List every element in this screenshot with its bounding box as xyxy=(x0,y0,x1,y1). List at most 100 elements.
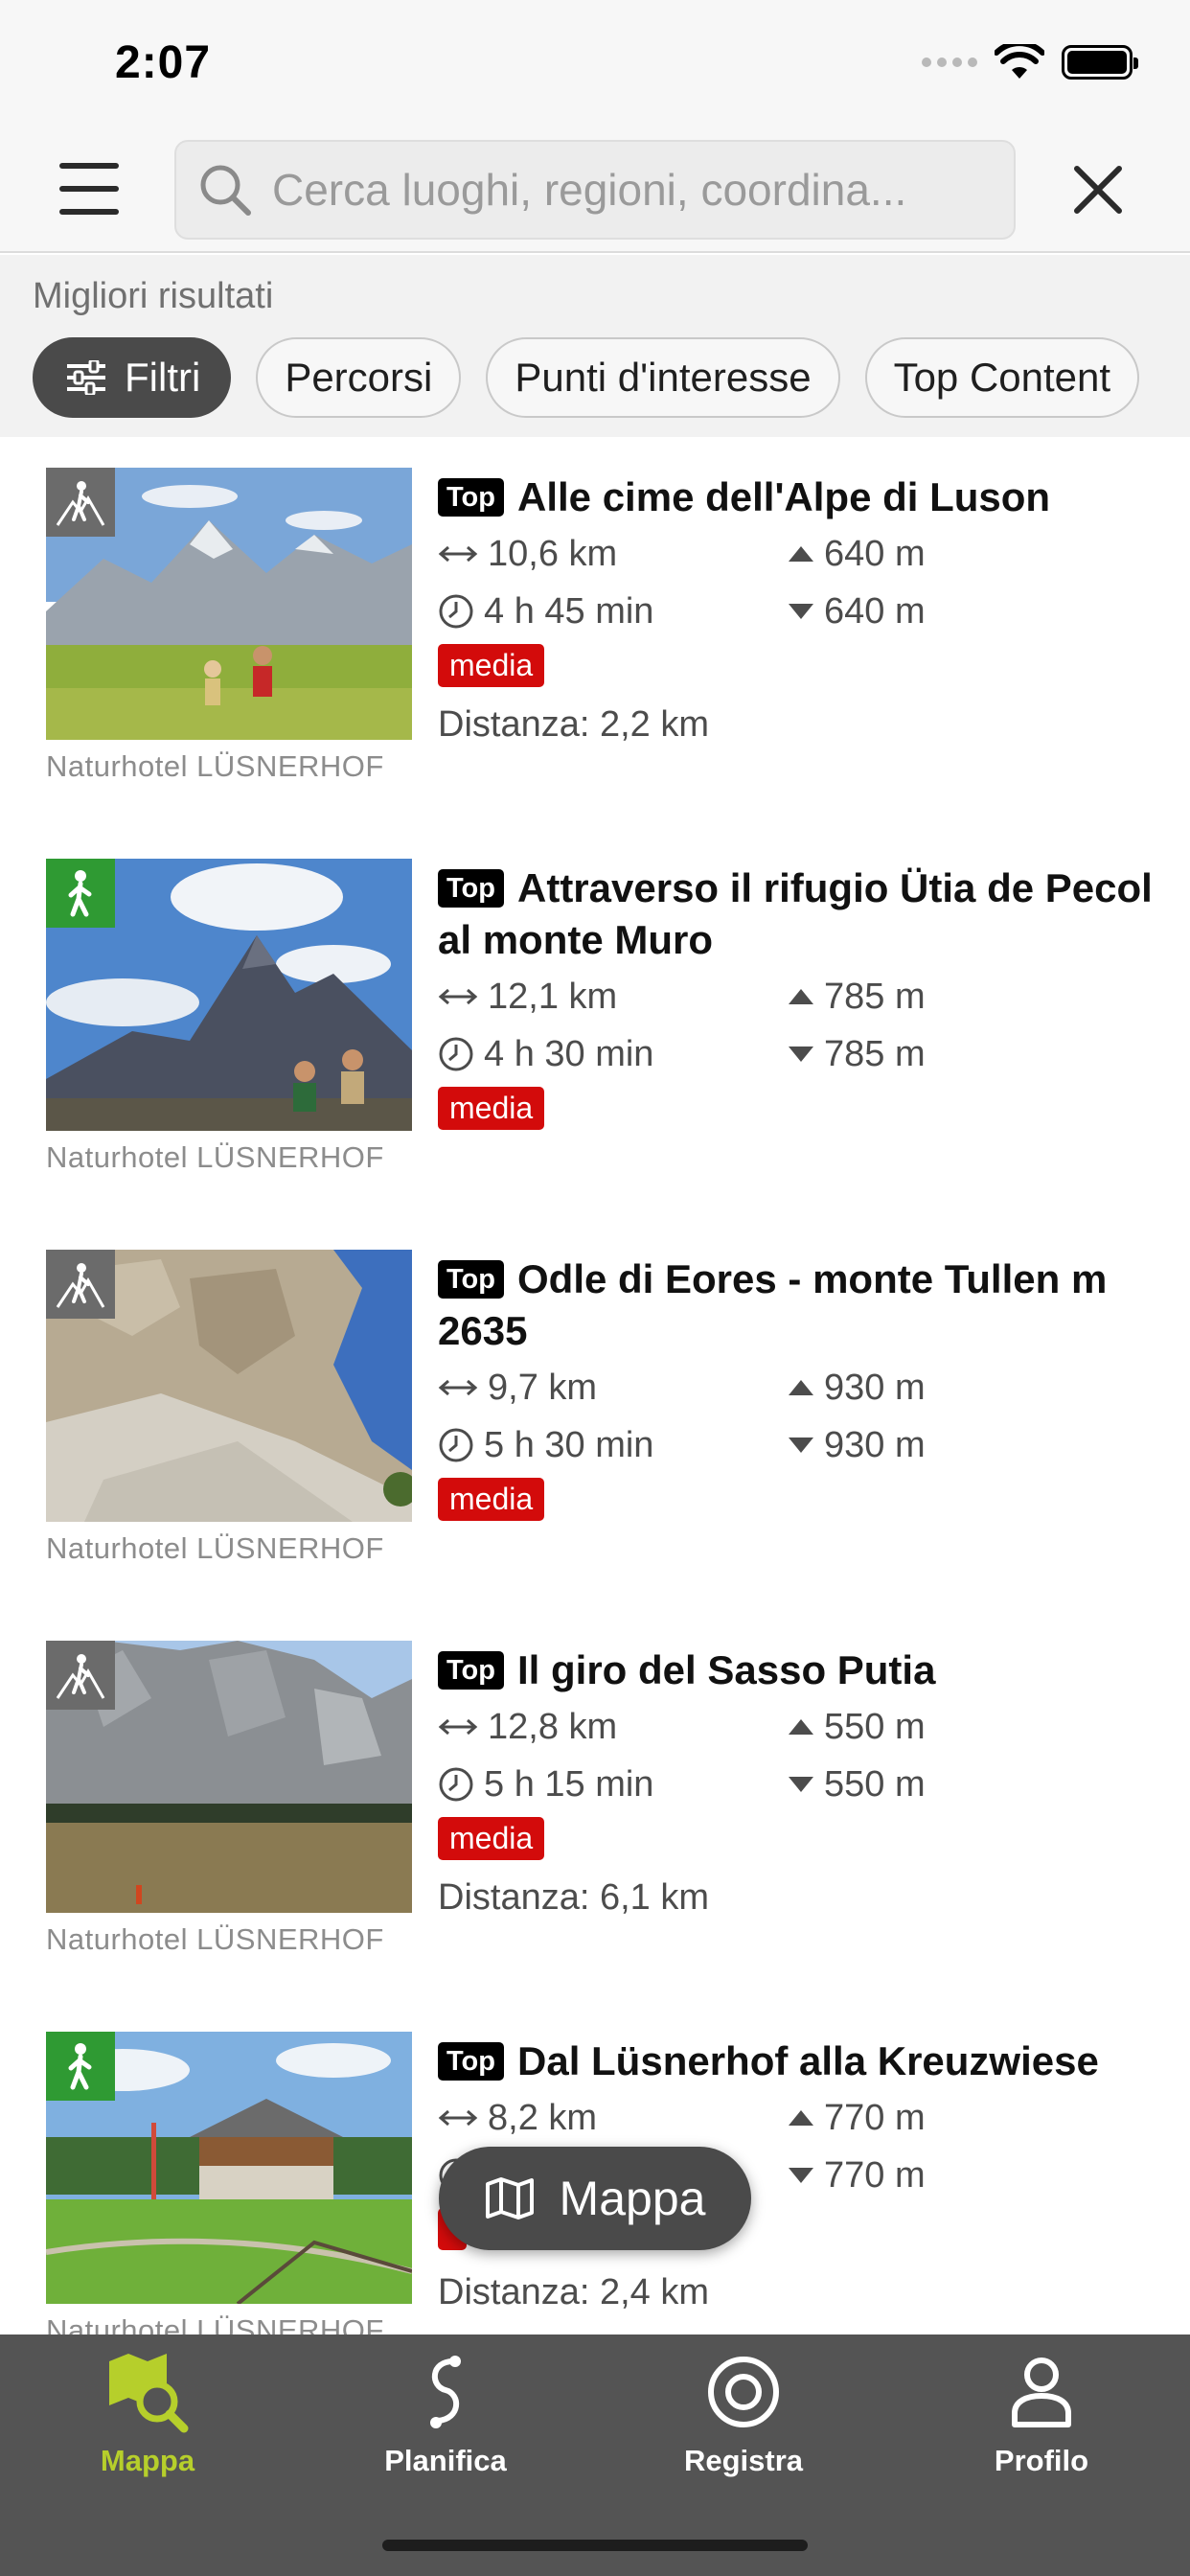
tour-title: Top Il giro del Sasso Putia xyxy=(438,1644,1156,1696)
length-stat: 12,1 km xyxy=(438,972,788,1022)
top-badge: Top xyxy=(438,2042,504,2081)
list-item[interactable]: Naturhotel LÜSNERHOF Top Il giro del Sass… xyxy=(0,1610,1190,2001)
descent-icon xyxy=(789,604,813,619)
length-arrow-icon xyxy=(438,2109,478,2127)
tour-info: Top Attraverso il rifugio Ütia de Pecol a… xyxy=(438,862,1156,1130)
map-button[interactable]: Mappa xyxy=(439,2147,751,2250)
map-button-label: Mappa xyxy=(559,2172,706,2225)
ascent-value: 550 m xyxy=(824,1706,926,1747)
tour-title: Top Attraverso il rifugio Ütia de Pecol a… xyxy=(438,862,1156,966)
status-time: 2:07 xyxy=(115,37,212,88)
length-arrow-icon xyxy=(438,988,478,1005)
ascent-icon xyxy=(789,1380,813,1395)
tab-label: Profilo xyxy=(994,2444,1089,2477)
tour-title: Top Alle cime dell'Alpe di Luson xyxy=(438,472,1156,523)
chip-top-content[interactable]: Top Content xyxy=(864,337,1140,418)
tab-profile[interactable]: Profilo xyxy=(927,2348,1156,2511)
close-icon[interactable] xyxy=(1069,161,1127,218)
image-credit: Naturhotel LÜSNERHOF xyxy=(46,1531,384,1565)
length-arrow-icon xyxy=(438,1718,478,1736)
duration-stat: 4 h 45 min xyxy=(438,586,788,636)
hiking-icon xyxy=(46,1641,115,1710)
tab-plan[interactable]: Planifica xyxy=(331,2348,561,2511)
tour-title-text: Attraverso il rifugio Ütia de Pecol al m… xyxy=(438,865,1153,962)
distance-text: Distanza: 2,2 km xyxy=(438,704,709,745)
descent-value: 785 m xyxy=(824,1033,926,1074)
image-credit: Naturhotel LÜSNERHOF xyxy=(46,1922,384,1956)
chip-points-of-interest[interactable]: Punti d'interesse xyxy=(486,337,840,418)
image-credit: Naturhotel LÜSNERHOF xyxy=(46,749,384,783)
tour-title-text: Dal Lüsnerhof alla Kreuzwiese xyxy=(517,2038,1099,2083)
filter-chips: Filtri Percorsi Punti d'interesse Top Co… xyxy=(33,337,1140,418)
length-arrow-icon xyxy=(438,1379,478,1396)
difficulty-badge: media xyxy=(438,1478,545,1521)
descent-stat: 785 m xyxy=(788,1029,1075,1079)
length-stat: 10,6 km xyxy=(438,529,788,579)
clock-icon xyxy=(439,1428,473,1462)
ascent-icon xyxy=(789,546,813,562)
ascent-value: 640 m xyxy=(824,533,926,574)
tour-stats: 9,7 km 930 m 5 h 30 min 930 m xyxy=(438,1363,1156,1470)
length-value: 10,6 km xyxy=(488,533,618,574)
tab-map[interactable]: Mappa xyxy=(33,2348,263,2511)
descent-stat: 640 m xyxy=(788,586,1075,636)
map-search-icon xyxy=(109,2354,189,2433)
tour-stats: 10,6 km 640 m 4 h 45 min 640 m xyxy=(438,529,1156,636)
list-item[interactable]: Naturhotel LÜSNERHOF Top Alle cime dell'A… xyxy=(0,437,1190,828)
length-value: 8,2 km xyxy=(488,2097,598,2138)
profile-icon xyxy=(1012,2358,1071,2427)
descent-stat: 770 m xyxy=(788,2150,1075,2200)
descent-stat: 550 m xyxy=(788,1760,1075,1809)
chip-label: Filtri xyxy=(125,355,201,400)
descent-value: 640 m xyxy=(824,590,926,632)
ascent-stat: 770 m xyxy=(788,2093,1075,2143)
tour-image xyxy=(46,2032,412,2304)
length-arrow-icon xyxy=(438,545,478,563)
length-stat: 9,7 km xyxy=(438,1363,788,1413)
ascent-icon xyxy=(789,989,813,1004)
tour-title-text: Il giro del Sasso Putia xyxy=(517,1647,936,1692)
descent-icon xyxy=(789,1046,813,1062)
search-box[interactable] xyxy=(174,140,1016,240)
tab-label: Mappa xyxy=(100,2444,195,2477)
status-icons xyxy=(922,44,1138,80)
menu-button[interactable] xyxy=(59,163,119,215)
tour-info: Top Odle di Eores - monte Tullen m 2635 9… xyxy=(438,1254,1156,1521)
length-stat: 12,8 km xyxy=(438,1702,788,1752)
tour-title: Top Dal Lüsnerhof alla Kreuzwiese xyxy=(438,2036,1156,2087)
ascent-icon xyxy=(789,1719,813,1735)
results-header: Migliori risultati Filtri Percorsi Punti… xyxy=(0,255,1190,437)
status-bar: 2:07 xyxy=(0,0,1190,125)
top-badge: Top xyxy=(438,1260,504,1299)
chip-filters[interactable]: Filtri xyxy=(33,337,232,418)
duration-stat: 5 h 15 min xyxy=(438,1760,788,1809)
record-icon xyxy=(708,2357,779,2427)
duration-value: 4 h 45 min xyxy=(484,590,654,632)
duration-value: 5 h 30 min xyxy=(484,1424,654,1465)
ascent-value: 785 m xyxy=(824,976,926,1017)
duration-stat: 4 h 30 min xyxy=(438,1029,788,1079)
tour-info: Top Alle cime dell'Alpe di Luson 10,6 km … xyxy=(438,472,1156,746)
list-item[interactable]: Naturhotel LÜSNERHOF Top Odle di Eores - … xyxy=(0,1219,1190,1610)
walking-icon xyxy=(46,2032,115,2101)
duration-value: 4 h 30 min xyxy=(484,1033,654,1074)
ascent-value: 930 m xyxy=(824,1367,926,1408)
chip-routes[interactable]: Percorsi xyxy=(256,337,462,418)
home-indicator xyxy=(382,2540,808,2551)
ascent-value: 770 m xyxy=(824,2097,926,2138)
list-item[interactable]: Naturhotel LÜSNERHOF Top Attraverso il ri… xyxy=(0,828,1190,1219)
tour-image xyxy=(46,1250,412,1522)
descent-value: 550 m xyxy=(824,1763,926,1805)
ascent-icon xyxy=(789,2110,813,2126)
length-stat: 8,2 km xyxy=(438,2093,788,2143)
route-icon xyxy=(430,2356,461,2428)
search-input[interactable] xyxy=(272,164,1014,216)
difficulty-badge: media xyxy=(438,644,545,687)
ascent-stat: 640 m xyxy=(788,529,1075,579)
image-credit: Naturhotel LÜSNERHOF xyxy=(46,1140,384,1174)
duration-stat: 5 h 30 min xyxy=(438,1420,788,1470)
distance-text: Distanza: 6,1 km xyxy=(438,1877,709,1918)
tab-label: Registra xyxy=(683,2444,804,2477)
tab-record[interactable]: Registra xyxy=(629,2348,858,2511)
best-results-heading: Migliori risultati xyxy=(33,276,274,316)
